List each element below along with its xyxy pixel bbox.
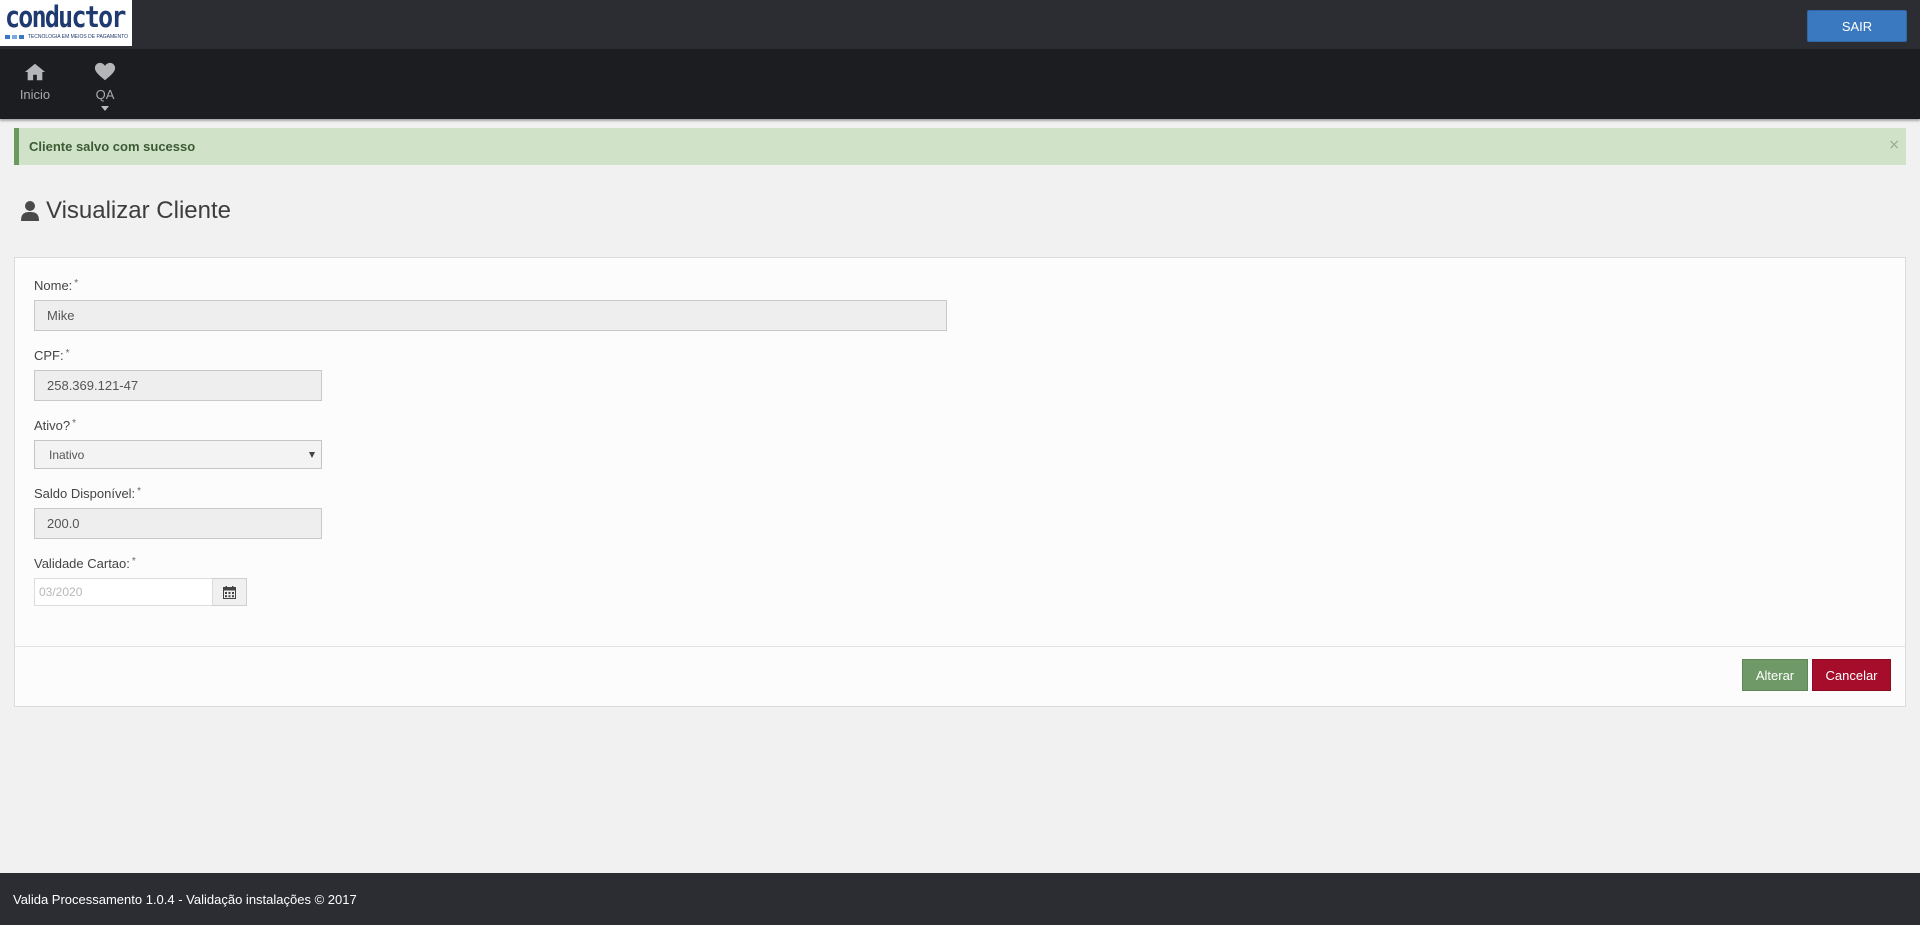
nav-item-inicio[interactable]: Inicio bbox=[14, 61, 56, 115]
cpf-label-text: CPF: bbox=[34, 348, 64, 363]
home-icon bbox=[24, 63, 46, 81]
close-icon[interactable]: × bbox=[1888, 137, 1900, 153]
validade-date-picker: 03/2020 bbox=[34, 578, 247, 606]
ativo-label-text: Ativo? bbox=[34, 418, 71, 433]
saldo-value: 200.0 bbox=[47, 516, 80, 531]
validade-label: Validade Cartao: * bbox=[34, 556, 136, 571]
top-bar: conductor TECNOLOGIA EM MEIOS DE PAGAMEN… bbox=[0, 0, 1920, 49]
required-marker: * bbox=[131, 556, 136, 567]
client-form-panel: Nome: * Mike CPF: * 258.369.121-47 Ativo? *… bbox=[14, 257, 1906, 707]
logo-square bbox=[18, 35, 24, 39]
required-marker: * bbox=[74, 278, 79, 289]
validade-label-text: Validade Cartao: bbox=[34, 556, 130, 571]
chevron-down-icon[interactable] bbox=[101, 106, 109, 111]
calendar-button[interactable] bbox=[213, 578, 247, 606]
nome-label: Nome: * bbox=[34, 278, 78, 293]
logo-wordmark: conductor bbox=[5, 0, 126, 34]
nome-value: Mike bbox=[47, 308, 75, 323]
cpf-label: CPF: * bbox=[34, 348, 70, 363]
alert-message: Cliente salvo com sucesso bbox=[29, 139, 196, 154]
heart-icon bbox=[94, 62, 116, 81]
panel-divider bbox=[15, 646, 1905, 647]
cpf-field[interactable]: 258.369.121-47 bbox=[34, 370, 322, 401]
nav-item-qa[interactable]: QA bbox=[90, 61, 120, 115]
nav-item-label: QA bbox=[95, 87, 115, 102]
validade-placeholder: 03/2020 bbox=[39, 585, 83, 599]
alterar-button[interactable]: Alterar bbox=[1742, 659, 1808, 691]
user-icon bbox=[21, 201, 39, 221]
logo-tag-row: TECNOLOGIA EM MEIOS DE PAGAMENTO bbox=[5, 34, 128, 40]
nav-item-label: Inicio bbox=[19, 87, 51, 102]
footer-text: Valida Processamento 1.0.4 - Validação i… bbox=[13, 891, 357, 907]
required-marker: * bbox=[137, 486, 142, 497]
cancelar-button[interactable]: Cancelar bbox=[1812, 659, 1891, 691]
saldo-label-text: Saldo Disponível: bbox=[34, 486, 136, 501]
logo-square bbox=[5, 35, 10, 39]
success-alert: Cliente salvo com sucesso × bbox=[14, 128, 1906, 165]
ativo-select[interactable]: Inativo bbox=[34, 440, 322, 469]
ativo-selected-value: Inativo bbox=[49, 447, 85, 462]
validade-input[interactable]: 03/2020 bbox=[34, 578, 213, 606]
page-title-text: Visualizar Cliente bbox=[46, 197, 231, 224]
cpf-value: 258.369.121-47 bbox=[47, 378, 139, 393]
logo-square bbox=[11, 35, 17, 39]
nome-label-text: Nome: bbox=[34, 278, 73, 293]
page-title: Visualizar Cliente bbox=[20, 196, 231, 226]
saldo-field[interactable]: 200.0 bbox=[34, 508, 322, 539]
main-navbar: Inicio QA bbox=[0, 49, 1920, 119]
required-marker: * bbox=[65, 348, 70, 359]
saldo-label: Saldo Disponível: * bbox=[34, 486, 141, 501]
calendar-icon bbox=[223, 585, 236, 599]
page-footer: Valida Processamento 1.0.4 - Validação i… bbox=[0, 873, 1920, 925]
logout-button[interactable]: SAIR bbox=[1807, 10, 1907, 42]
logo-tagline: TECNOLOGIA EM MEIOS DE PAGAMENTO bbox=[27, 34, 128, 40]
nome-field[interactable]: Mike bbox=[34, 300, 947, 331]
conductor-logo[interactable]: conductor TECNOLOGIA EM MEIOS DE PAGAMEN… bbox=[0, 0, 132, 46]
chevron-down-icon bbox=[309, 452, 315, 458]
ativo-label: Ativo? * bbox=[34, 418, 76, 433]
required-marker: * bbox=[72, 418, 77, 429]
